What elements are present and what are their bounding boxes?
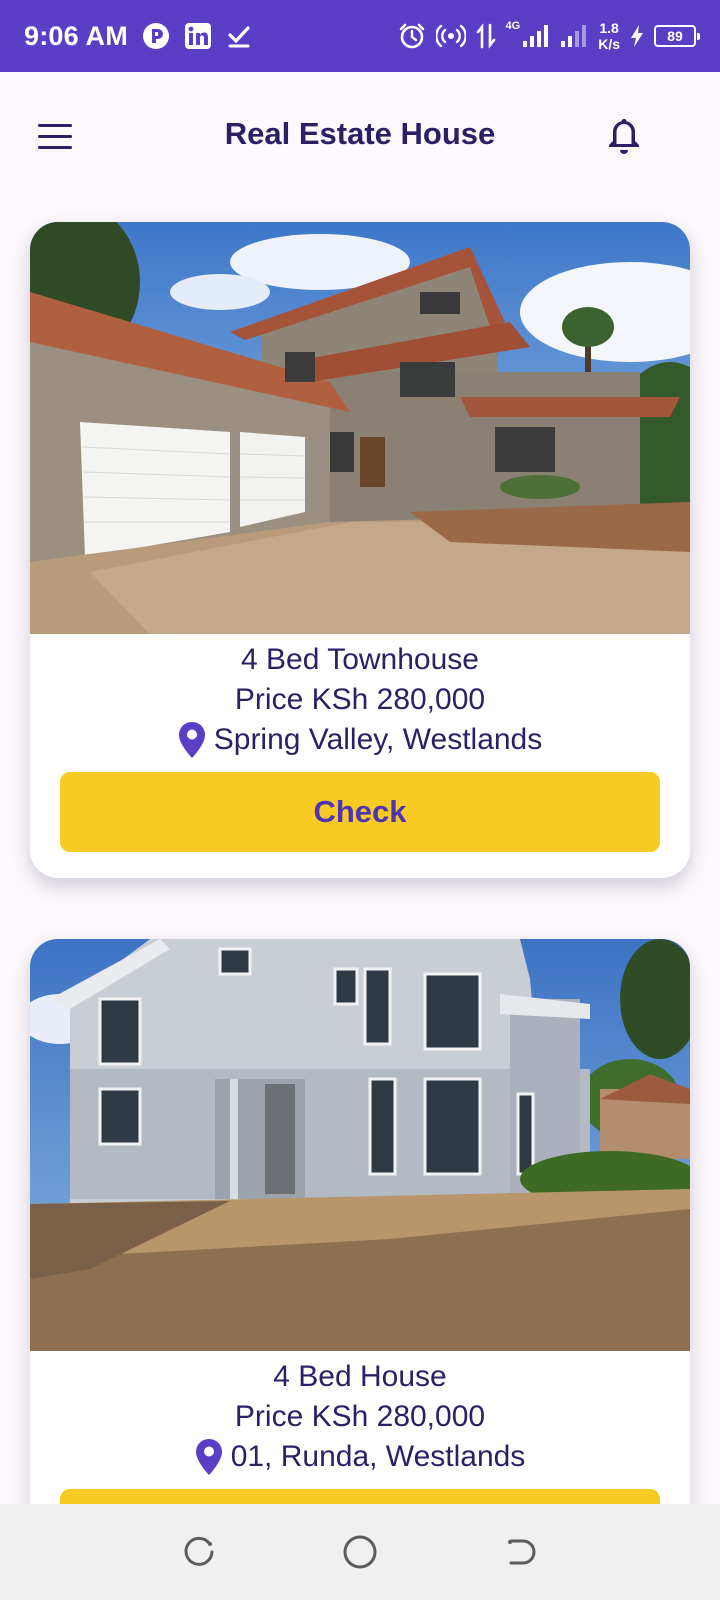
network-type: 4G [505, 20, 521, 32]
listing-title: 4 Bed House [273, 1360, 447, 1393]
battery-level: 89 [667, 28, 683, 44]
recent-apps-icon[interactable] [176, 1528, 224, 1576]
alarm-icon [398, 22, 426, 50]
listing-price: Price KSh 280,000 [234, 683, 486, 716]
speed-value: 1.8 [599, 20, 619, 36]
location-pin-icon [178, 721, 206, 759]
app-bar: Real Estate House [0, 72, 720, 200]
linkedin-icon [184, 22, 212, 50]
charging-icon [630, 24, 644, 48]
speed-unit: K/s [598, 36, 620, 52]
listing-card[interactable]: 4 Bed House Price KSh 280,000 01, Runda,… [30, 939, 690, 1579]
network-speed: 1.8 K/s [598, 20, 620, 52]
home-icon[interactable] [336, 1528, 384, 1576]
listing-location: Spring Valley, Westlands [30, 720, 690, 760]
signal-weak-icon [560, 23, 588, 49]
check-icon [226, 23, 252, 49]
back-icon[interactable] [496, 1528, 544, 1576]
hotspot-icon [435, 23, 466, 49]
listing-title: 4 Bed Townhouse [241, 643, 479, 676]
listing-info: 4 Bed Townhouse Price KSh 280,000 Spring… [30, 634, 690, 760]
system-navigation-bar [0, 1504, 720, 1600]
listing-location: 01, Runda, Westlands [30, 1437, 690, 1477]
listing-photo[interactable] [30, 939, 690, 1351]
check-button[interactable]: Check [60, 772, 660, 852]
data-arrows-icon [476, 23, 496, 49]
p-app-icon [142, 22, 170, 50]
status-bar: 9:06 AM 4G 1.8 K/s 89 [0, 0, 720, 72]
listing-location-text: 01, Runda, Westlands [230, 1440, 526, 1473]
listing-price: Price KSh 280,000 [234, 1400, 486, 1433]
listing-card[interactable]: 4 Bed Townhouse Price KSh 280,000 Spring… [30, 222, 690, 878]
bell-icon[interactable] [600, 112, 648, 160]
battery-icon: 89 [654, 25, 700, 47]
status-time: 9:06 AM [24, 20, 128, 51]
listing-info: 4 Bed House Price KSh 280,000 01, Runda,… [30, 1351, 690, 1477]
listing-photo[interactable] [30, 222, 690, 634]
signal-icon [522, 23, 550, 49]
listing-location-text: Spring Valley, Westlands [213, 723, 543, 756]
location-pin-icon [195, 1438, 223, 1476]
